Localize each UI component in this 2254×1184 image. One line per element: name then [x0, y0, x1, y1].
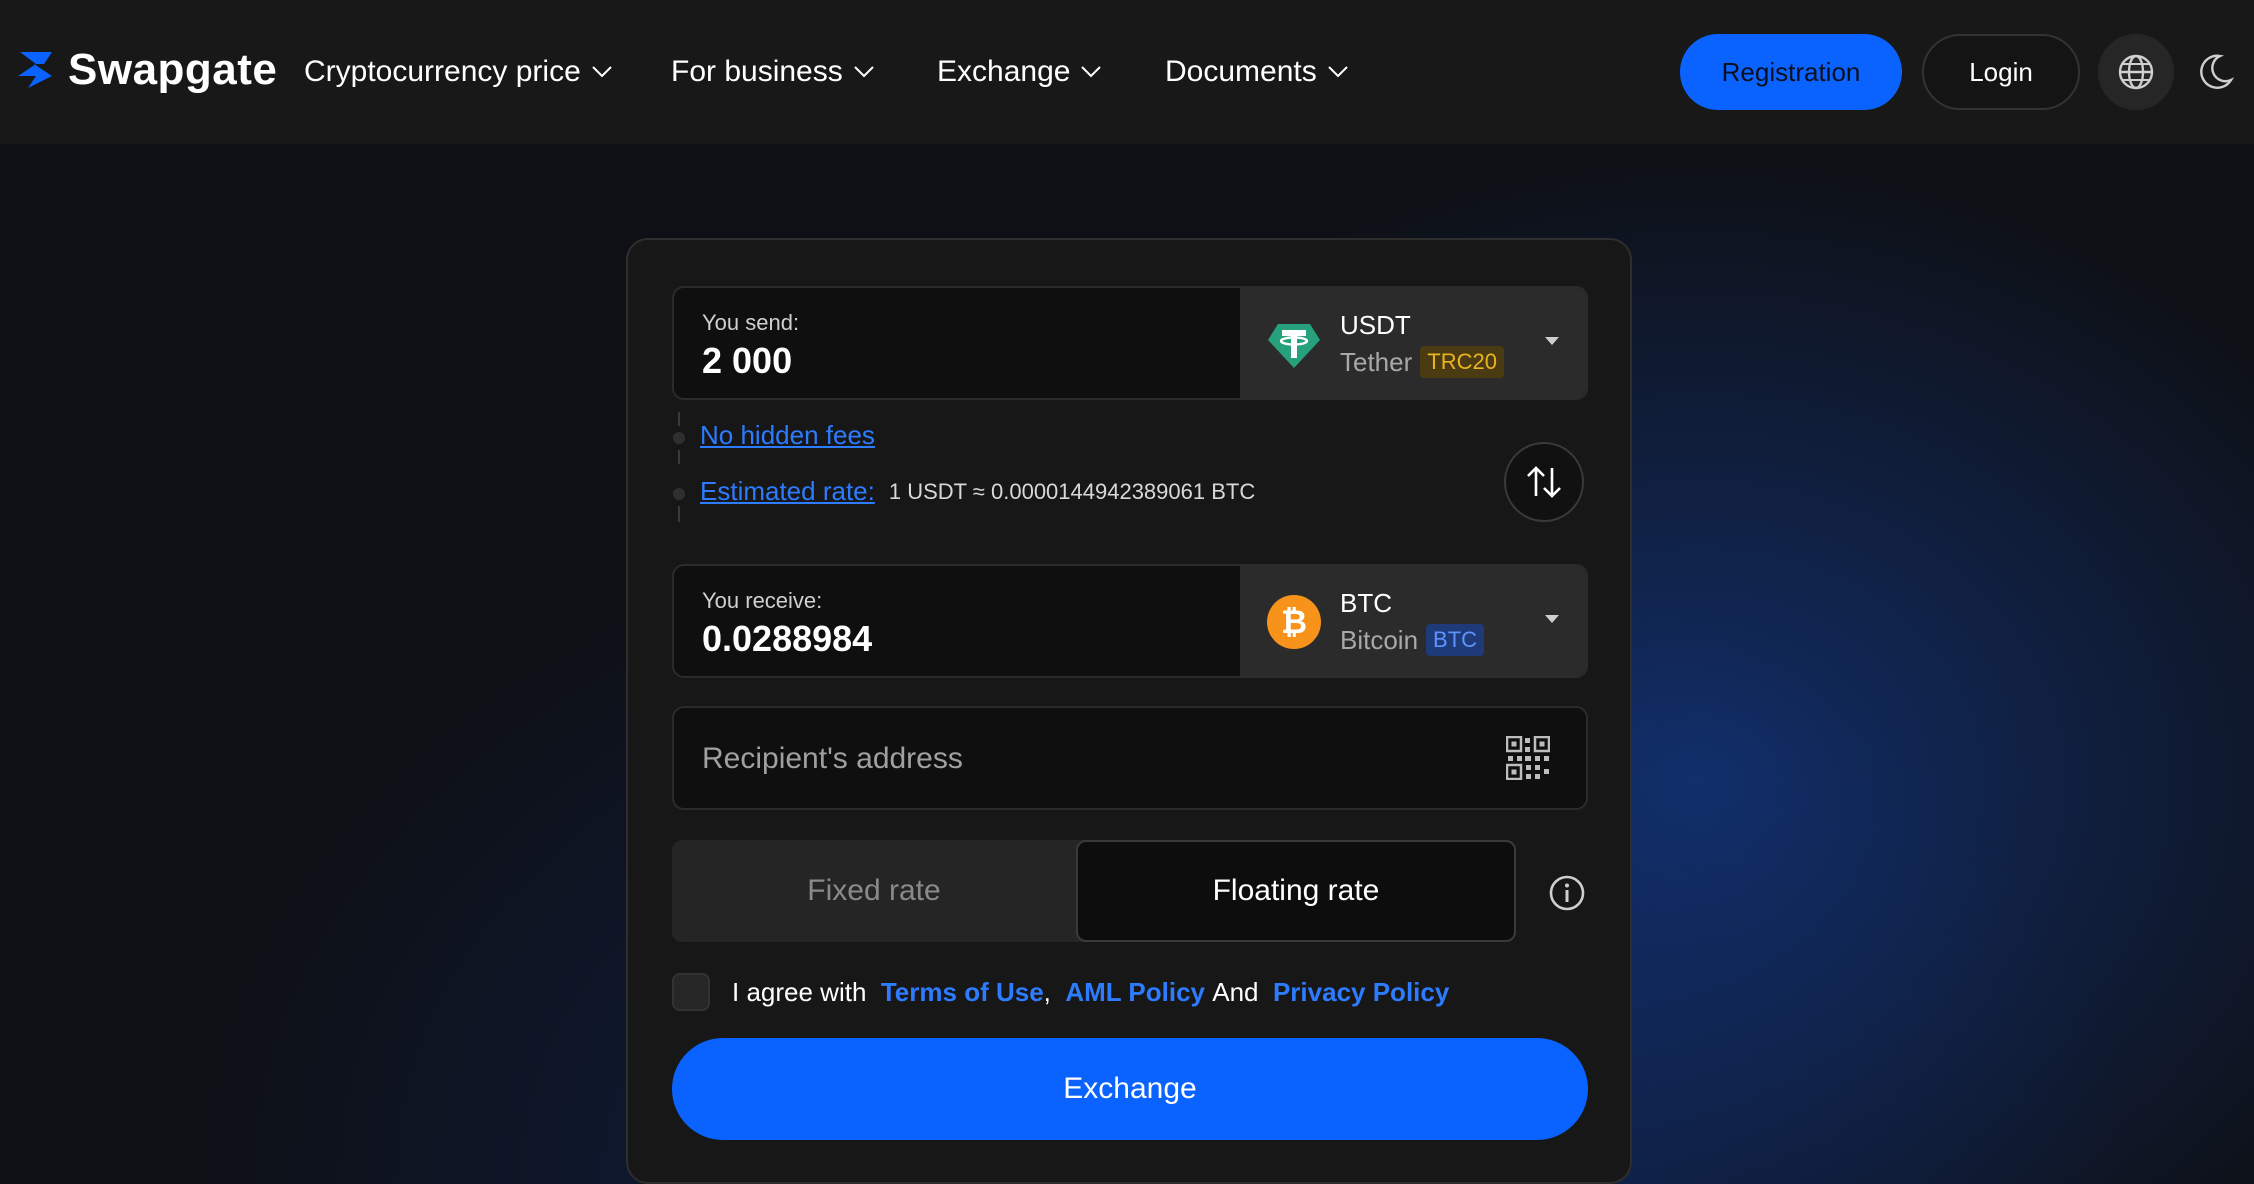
- caret-down-icon: [1545, 615, 1559, 623]
- login-button[interactable]: Login: [1922, 34, 2080, 110]
- receive-coin-symbol: BTC: [1340, 588, 1392, 618]
- top-navigation-bar: Swapgate Cryptocurrency price For busine…: [0, 0, 2254, 144]
- exchange-card: You send: 2 000 USDT Tether TRC20 No hid…: [626, 238, 1632, 1184]
- nav-label: For business: [671, 55, 843, 88]
- send-field[interactable]: You send: 2 000 USDT Tether TRC20: [672, 286, 1588, 400]
- tether-icon: [1268, 324, 1320, 368]
- estimated-rate-row: Estimated rate: 1 USDT ≈ 0.0000144942389…: [700, 476, 1255, 507]
- no-hidden-fees-link[interactable]: No hidden fees: [700, 420, 875, 451]
- send-amount-input[interactable]: 2 000: [702, 340, 792, 382]
- qr-code-scan-icon[interactable]: [1506, 736, 1550, 780]
- swapgate-logo-icon: [18, 52, 52, 88]
- agreement-row: I agree with Terms of Use , AML Policy A…: [672, 972, 1449, 1012]
- floating-rate-tab[interactable]: Floating rate: [1076, 840, 1516, 942]
- send-coin-name: Tether: [1340, 346, 1413, 377]
- svg-text:₿: ₿: [1281, 603, 1307, 641]
- rate-type-toggle: Fixed rate Floating rate: [672, 840, 1516, 942]
- divider: [678, 450, 680, 464]
- send-currency-select[interactable]: USDT Tether TRC20: [1240, 288, 1586, 398]
- nav-label: Exchange: [937, 55, 1071, 88]
- send-coin-symbol: USDT: [1340, 310, 1411, 340]
- rate-info: No hidden fees Estimated rate: 1 USDT ≈ …: [672, 412, 1588, 552]
- agree-checkbox[interactable]: [672, 973, 710, 1011]
- receive-currency-select[interactable]: ₿ BTC Bitcoin BTC: [1240, 566, 1586, 676]
- aml-policy-link[interactable]: AML Policy: [1065, 977, 1205, 1008]
- agree-and: And: [1212, 976, 1259, 1007]
- language-button[interactable]: [2098, 34, 2174, 110]
- swap-currencies-button[interactable]: [1504, 442, 1584, 522]
- recipient-address-input[interactable]: Recipient's address: [672, 706, 1588, 810]
- nav-exchange[interactable]: Exchange: [937, 48, 1102, 96]
- nav-label: Documents: [1165, 55, 1317, 88]
- logo[interactable]: Swapgate: [14, 42, 277, 98]
- swap-arrows-icon: [1527, 466, 1561, 498]
- terms-of-use-link[interactable]: Terms of Use: [881, 977, 1044, 1008]
- network-badge: BTC: [1426, 624, 1485, 656]
- nav-documents[interactable]: Documents: [1165, 48, 1349, 96]
- fixed-rate-tab[interactable]: Fixed rate: [672, 840, 1076, 942]
- chevron-down-icon: [1081, 66, 1102, 78]
- nav-label: Cryptocurrency price: [304, 55, 581, 88]
- send-label: You send:: [702, 310, 800, 335]
- bitcoin-icon: ₿: [1267, 595, 1321, 649]
- receive-field[interactable]: You receive: 0.0288984 ₿ BTC Bitcoin BTC: [672, 564, 1588, 678]
- moon-icon: [2200, 54, 2234, 89]
- theme-toggle-button[interactable]: [2192, 46, 2240, 98]
- chevron-down-icon: [592, 66, 612, 78]
- nav-for-business[interactable]: For business: [671, 48, 875, 96]
- globe-icon: [2118, 54, 2154, 90]
- agree-prefix: I agree with: [732, 976, 867, 1007]
- timeline-dot: [673, 432, 685, 444]
- chevron-down-icon: [1328, 66, 1348, 78]
- receive-coin-name-row: Bitcoin BTC: [1340, 624, 1485, 656]
- receive-coin-name: Bitcoin: [1340, 624, 1419, 655]
- estimated-rate-value: 1 USDT ≈ 0.0000144942389061 BTC: [888, 478, 1256, 504]
- exchange-button[interactable]: Exchange: [672, 1038, 1588, 1140]
- receive-label: You receive:: [702, 588, 823, 613]
- brand-name: Swapgate: [68, 45, 278, 94]
- agree-separator: ,: [1043, 976, 1051, 1007]
- caret-down-icon: [1545, 337, 1559, 345]
- chevron-down-icon: [854, 66, 874, 78]
- receive-amount: 0.0288984: [702, 618, 873, 659]
- info-icon[interactable]: [1548, 874, 1586, 912]
- estimated-rate-link[interactable]: Estimated rate:: [700, 476, 875, 507]
- registration-button[interactable]: Registration: [1680, 34, 1902, 110]
- network-badge: TRC20: [1420, 346, 1504, 378]
- send-coin-name-row: Tether TRC20: [1340, 346, 1504, 378]
- nav-cryptocurrency-price[interactable]: Cryptocurrency price: [304, 48, 613, 96]
- recipient-address-placeholder: Recipient's address: [702, 742, 963, 775]
- divider: [678, 506, 680, 522]
- timeline-dot: [673, 488, 685, 500]
- divider: [678, 412, 680, 426]
- privacy-policy-link[interactable]: Privacy Policy: [1273, 977, 1449, 1008]
